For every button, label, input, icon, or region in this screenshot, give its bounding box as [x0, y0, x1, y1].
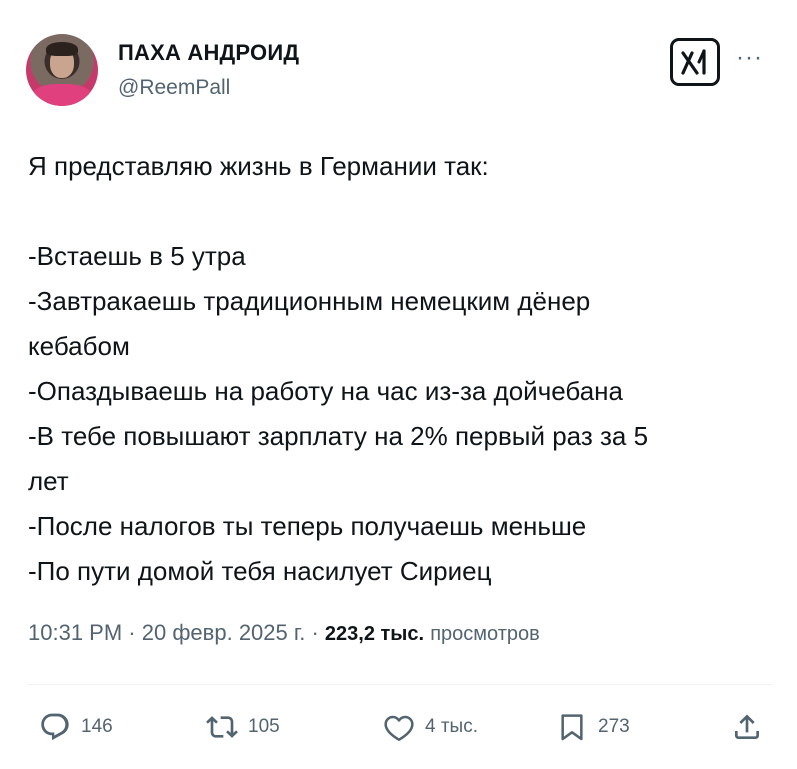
reply-count: 146: [81, 716, 113, 737]
bookmark-button[interactable]: 273: [555, 711, 630, 743]
share-button[interactable]: [730, 711, 764, 743]
meta-separator: ·: [128, 620, 136, 645]
tweet-line: кебабом: [28, 331, 130, 361]
reply-icon: [41, 713, 69, 741]
grok-button[interactable]: [670, 38, 720, 86]
avatar[interactable]: [26, 34, 98, 106]
tweet-text: Я представляю жизнь в Германии так: -Вст…: [28, 144, 778, 594]
tweet-line: -Встаешь в 5 утра: [28, 241, 246, 271]
repost-count: 105: [248, 716, 280, 737]
like-button[interactable]: 4 тыс.: [382, 711, 478, 743]
author-display-name[interactable]: ПАХА АНДРОИД: [118, 40, 299, 66]
tweet-line: -По пути домой тебя насилует Сириец: [28, 556, 492, 586]
tweet-line: -Завтракаешь традиционным немецким дёнер: [28, 286, 591, 316]
tweet-meta: 10:31 PM · 20 февр. 2025 г. · 223,2 тыс.…: [28, 620, 540, 646]
tweet-line: -Опаздываешь на работу на час из-за дойч…: [28, 376, 623, 406]
tweet-line: -После налогов ты теперь получаешь меньш…: [28, 511, 587, 541]
heart-icon: [384, 715, 414, 741]
tweet-line: -В тебе повышают зарплату на 2% первый р…: [28, 421, 649, 451]
grok-icon: [681, 49, 706, 75]
tweet-date[interactable]: 20 февр. 2025 г.: [142, 620, 306, 645]
reply-button[interactable]: 146: [38, 711, 113, 743]
tweet-time[interactable]: 10:31 PM: [28, 620, 122, 645]
more-button[interactable]: ···: [736, 46, 763, 70]
repost-button[interactable]: 105: [205, 711, 280, 743]
like-count: 4 тыс.: [425, 716, 478, 737]
avatar-shirt: [32, 84, 92, 106]
avatar-hair: [46, 42, 78, 56]
share-icon: [735, 714, 759, 739]
repost-icon: [206, 716, 238, 738]
views-count: 223,2 тыс.: [324, 623, 425, 645]
views-label: просмотров: [430, 623, 540, 645]
divider: [28, 684, 772, 685]
more-icon: ···: [736, 44, 763, 71]
bookmark-icon: [561, 714, 583, 741]
author-handle[interactable]: @ReemPall: [118, 76, 230, 100]
tweet-line: лет: [28, 466, 69, 496]
bookmark-count: 273: [598, 716, 630, 737]
tweet-line: Я представляю жизнь в Германии так:: [28, 151, 489, 181]
meta-separator: ·: [311, 620, 319, 645]
